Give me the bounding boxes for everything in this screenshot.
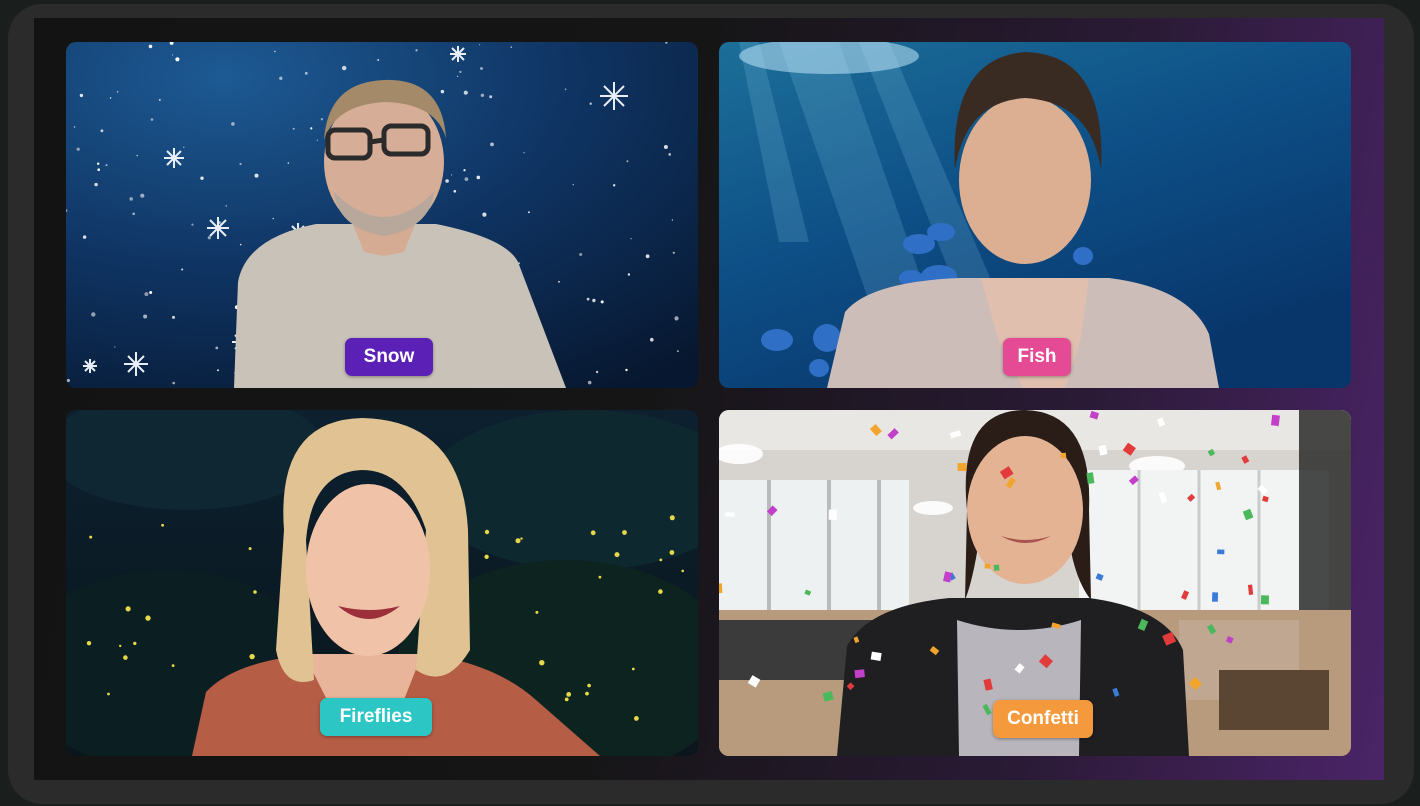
person-face [959,96,1091,264]
effect-label-fish: Fish [1003,338,1071,376]
video-tile-confetti[interactable]: Confetti [719,410,1351,756]
effect-label-snow: Snow [345,338,433,376]
underwater-scene [719,42,1351,388]
person-face [967,436,1083,584]
video-tile-fish[interactable]: Fish [719,42,1351,388]
snow-scene [66,42,698,388]
video-tile-fireflies[interactable]: Fireflies [66,410,698,756]
person-face [306,484,430,656]
effect-label-fireflies: Fireflies [320,698,432,736]
video-tile-snow[interactable]: Snow [66,42,698,388]
effect-label-confetti: Confetti [993,700,1093,738]
